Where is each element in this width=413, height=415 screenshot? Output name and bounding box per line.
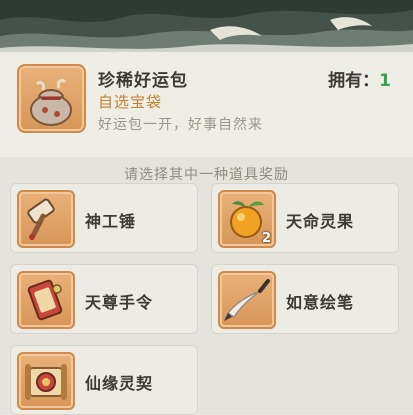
decree-scroll-icon [17,271,75,329]
option-hammer[interactable]: 神工锤 [10,183,198,253]
option-label: 仙缘灵契 [85,374,154,393]
header-decoration [0,0,413,58]
hammer-icon [17,190,75,248]
option-label: 天尊手令 [85,293,154,312]
contract-scroll-icon [17,352,75,410]
lucky-bag-icon [17,64,86,133]
golden-fruit-icon: 2 [218,190,276,248]
option-paint-brush[interactable]: 如意绘笔 [211,264,399,334]
option-golden-fruit[interactable]: 2 天命灵果 [211,183,399,253]
owned-count: 拥有：1 [328,66,391,91]
option-label: 如意绘笔 [286,293,355,312]
selection-prompt: 请选择其中一种道具奖励 [124,167,289,183]
option-decree[interactable]: 天尊手令 [10,264,198,334]
item-description: 好运包一开，好事自然来 [98,117,263,133]
option-quantity: 2 [261,231,271,246]
item-name: 珍稀好运包 [98,71,188,91]
item-type: 自选宝袋 [98,93,163,111]
paint-brush-icon [218,271,276,329]
owned-value: 1 [379,71,391,91]
option-label: 天命灵果 [286,212,355,231]
owned-label: 拥有： [328,71,380,91]
option-contract[interactable]: 仙缘灵契 [10,345,198,415]
option-label: 神工锤 [85,212,137,231]
